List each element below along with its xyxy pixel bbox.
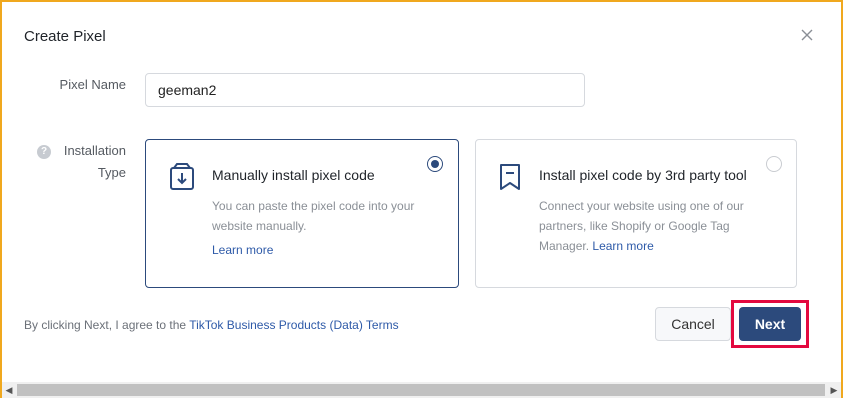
dialog-title: Create Pixel	[24, 28, 106, 45]
agreement-text: By clicking Next, I agree to the TikTok …	[24, 318, 399, 332]
option-third-party-title: Install pixel code by 3rd party tool	[539, 167, 747, 183]
next-button[interactable]: Next	[739, 307, 801, 341]
terms-link[interactable]: TikTok Business Products (Data) Terms	[189, 318, 398, 332]
bookmark-icon	[500, 164, 520, 190]
agreement-prefix: By clicking Next, I agree to the	[24, 318, 187, 332]
scrollbar-thumb[interactable]	[17, 384, 825, 396]
help-icon[interactable]: ?	[37, 145, 51, 159]
installation-type-label: Installation Type	[63, 143, 126, 180]
option-manual-description: You can paste the pixel code into your w…	[212, 199, 415, 233]
pixel-name-input[interactable]	[145, 73, 585, 107]
learn-more-link[interactable]: Learn more	[592, 239, 653, 253]
option-manual-title: Manually install pixel code	[212, 167, 375, 183]
learn-more-link[interactable]: Learn more	[212, 243, 273, 257]
option-third-party-description: Connect your website using one of our pa…	[539, 196, 769, 256]
download-box-icon	[170, 163, 194, 190]
cancel-button[interactable]: Cancel	[655, 307, 731, 341]
scroll-right-arrow-icon[interactable]: ▶	[827, 382, 841, 398]
option-manual-install[interactable]: Manually install pixel code You can past…	[145, 139, 459, 288]
pixel-name-label: Pixel Name	[59, 77, 126, 92]
close-icon[interactable]	[797, 25, 817, 45]
option-third-party-install[interactable]: Install pixel code by 3rd party tool Con…	[475, 139, 797, 288]
radio-third-party[interactable]	[766, 156, 782, 172]
scroll-left-arrow-icon[interactable]: ◀	[2, 382, 16, 398]
radio-manual-selected[interactable]	[427, 156, 443, 172]
horizontal-scrollbar[interactable]: ◀ ▶	[2, 382, 841, 398]
